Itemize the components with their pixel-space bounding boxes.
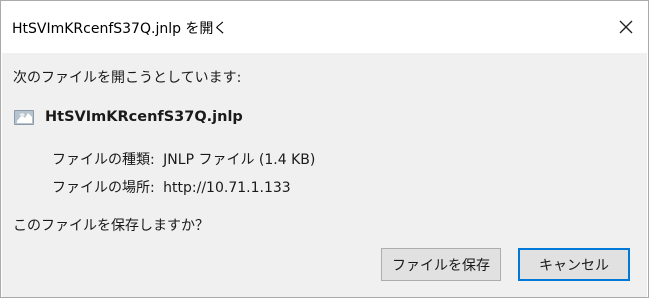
- intro-text: 次のファイルを開こうとしています:: [13, 70, 242, 86]
- close-icon: [619, 20, 633, 34]
- file-type-row: ファイルの種類: JNLP ファイル (1.4 KB): [52, 149, 315, 169]
- java-webstart-file-icon: [14, 110, 34, 125]
- title-bar: HtSVImKRcenfS37Q.jnlp を開く: [1, 1, 648, 53]
- window-title: HtSVImKRcenfS37Q.jnlp を開く: [12, 21, 228, 37]
- save-question: このファイルを保存しますか？: [13, 218, 209, 234]
- close-button[interactable]: [612, 13, 640, 41]
- file-type-value: JNLP ファイル (1.4 KB): [163, 152, 316, 168]
- save-file-dialog: HtSVImKRcenfS37Q.jnlp を開く 次のファイルを開こうとしてい…: [0, 0, 649, 298]
- file-location-row: ファイルの場所: http://10.71.1.133: [52, 177, 291, 197]
- save-file-button[interactable]: ファイルを保存: [381, 248, 501, 281]
- file-type-label: ファイルの種類:: [52, 152, 155, 168]
- file-location-value: http://10.71.1.133: [163, 180, 291, 196]
- file-row: HtSVImKRcenfS37Q.jnlp: [13, 106, 243, 128]
- cancel-button[interactable]: キャンセル: [518, 248, 630, 281]
- file-name: HtSVImKRcenfS37Q.jnlp: [45, 109, 243, 125]
- dialog-content: 次のファイルを開こうとしています: HtSVImKRcenfS37Q.jnlp …: [2, 53, 647, 297]
- file-location-label: ファイルの場所:: [52, 180, 155, 196]
